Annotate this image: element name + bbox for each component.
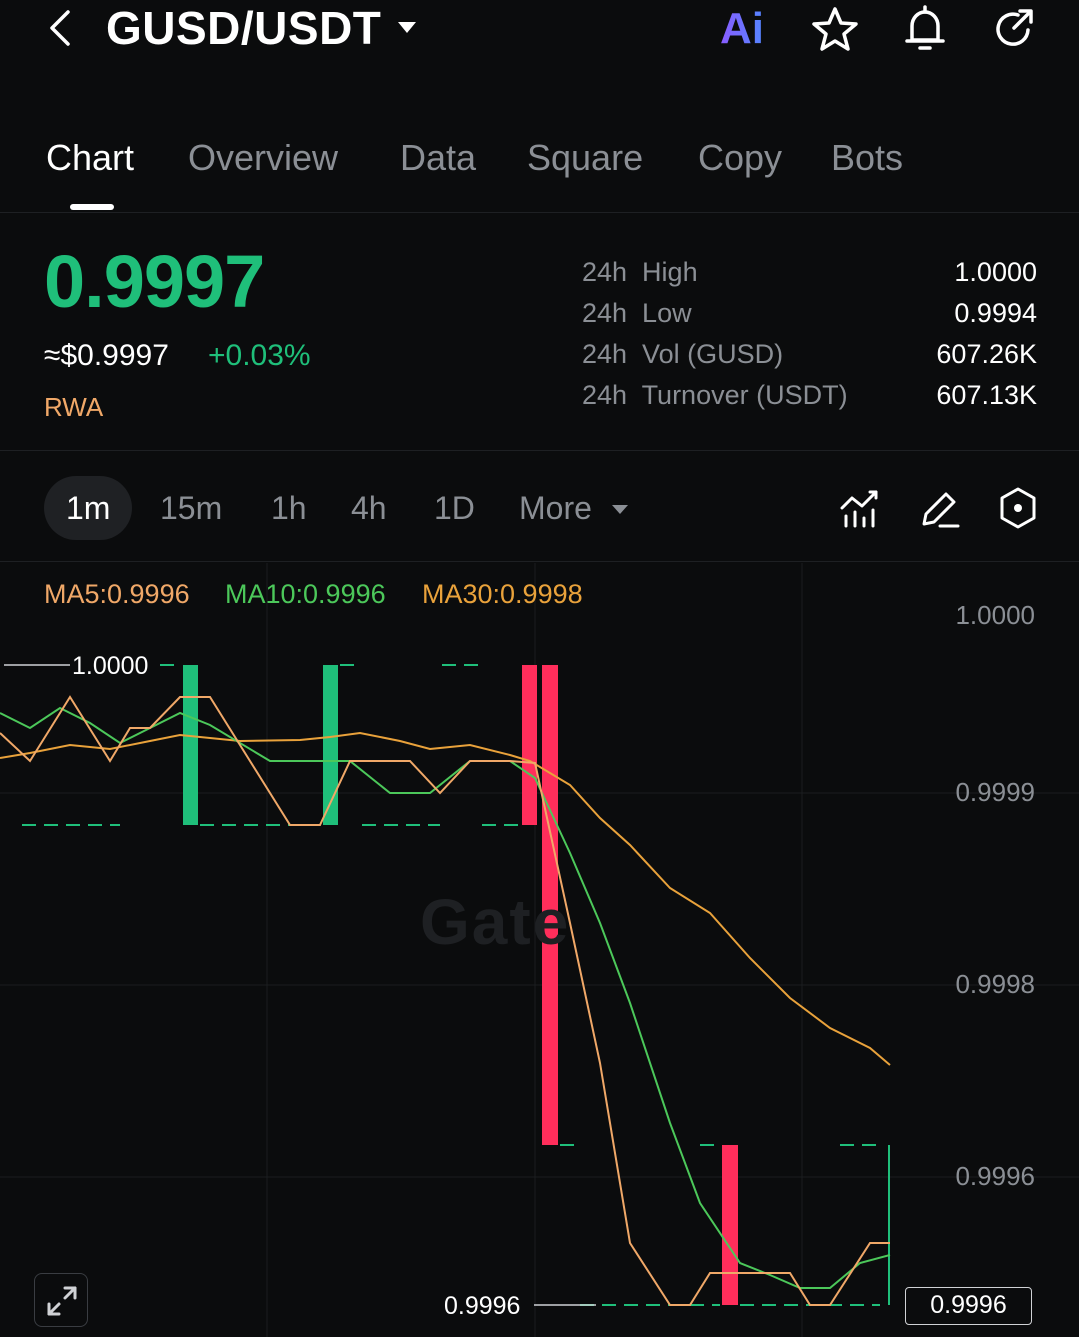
main-tabs: Chart Overview Data Square Copy Bots: [0, 118, 1079, 213]
share-icon[interactable]: [988, 4, 1038, 54]
ai-icon[interactable]: Ai: [720, 4, 770, 54]
stat-24h-low: 24h Low 0.9994: [582, 295, 1037, 331]
stat-value: 1.0000: [954, 257, 1037, 287]
stat-label: 24h Low: [582, 298, 692, 328]
fiat-price: ≈$0.9997: [44, 339, 169, 372]
settings-hexagon-icon[interactable]: [996, 486, 1040, 530]
stat-label: 24h High: [582, 257, 698, 287]
stat-label: 24h Vol (GUSD): [582, 339, 784, 369]
high-price-marker: 1.0000: [72, 652, 149, 680]
stat-24h-turnover: 24h Turnover (USDT) 607.13K: [582, 377, 1037, 413]
expand-icon: [47, 1286, 77, 1316]
price-summary: 0.9997 ≈$0.9997 +0.03% RWA 24h High 1.00…: [0, 214, 1079, 451]
star-icon[interactable]: [810, 4, 860, 54]
low-price-marker: 0.9996: [444, 1292, 521, 1320]
interval-4h[interactable]: 4h: [351, 476, 387, 540]
tab-bots[interactable]: Bots: [831, 136, 903, 180]
last-price: 0.9997: [44, 240, 265, 323]
candle-down: [522, 665, 537, 825]
stat-24h-high: 24h High 1.0000: [582, 254, 1037, 290]
interval-1h[interactable]: 1h: [271, 476, 307, 540]
ma10-legend[interactable]: MA10:0.9996: [225, 577, 386, 611]
chevron-down-icon[interactable]: [612, 505, 628, 514]
ma30-legend[interactable]: MA30:0.9998: [422, 577, 583, 611]
stat-value: 0.9994: [954, 298, 1037, 328]
ma10-line: [0, 706, 891, 1289]
top-header: GUSD/USDT Ai: [0, 0, 1079, 70]
active-tab-indicator: [70, 204, 114, 210]
tab-square[interactable]: Square: [527, 136, 643, 180]
ma5-line: [0, 695, 890, 1306]
change-percent: +0.03%: [208, 339, 311, 372]
stat-label: 24h Turnover (USDT): [582, 380, 848, 410]
bell-icon[interactable]: [900, 4, 950, 54]
y-tick: 1.0000: [955, 600, 1035, 630]
category-tag[interactable]: RWA: [44, 391, 103, 423]
interval-toolbar: 1m 15m 1h 4h 1D More: [0, 452, 1079, 562]
y-tick: 0.9998: [955, 969, 1035, 999]
last-price-label: 0.9996: [905, 1287, 1032, 1325]
indicators-icon[interactable]: [838, 486, 882, 530]
tab-data[interactable]: Data: [400, 136, 476, 180]
ma5-legend[interactable]: MA5:0.9996: [44, 577, 190, 611]
stat-24h-volume: 24h Vol (GUSD) 607.26K: [582, 336, 1037, 372]
gate-watermark: Gate: [420, 886, 571, 958]
tab-overview[interactable]: Overview: [188, 136, 338, 180]
expand-chart-button[interactable]: [34, 1273, 88, 1327]
draw-pencil-icon[interactable]: [918, 486, 962, 530]
kline-chart[interactable]: Gate MA5:0.9996 MA10:0.9996 MA30:0.9998 …: [0, 563, 1079, 1337]
y-tick: 0.9996: [955, 1161, 1035, 1191]
stat-value: 607.13K: [936, 380, 1037, 410]
candle-down: [722, 1145, 738, 1305]
y-tick: 0.9999: [955, 777, 1035, 807]
tab-copy[interactable]: Copy: [698, 136, 782, 180]
pair-dropdown-caret-icon[interactable]: [398, 22, 416, 33]
interval-1m[interactable]: 1m: [44, 476, 133, 540]
back-icon[interactable]: [40, 6, 80, 50]
candle-up: [183, 665, 198, 825]
interval-15m[interactable]: 15m: [160, 476, 222, 540]
stat-value: 607.26K: [936, 339, 1037, 369]
tab-chart[interactable]: Chart: [46, 136, 134, 180]
interval-1d[interactable]: 1D: [434, 476, 475, 540]
interval-more[interactable]: More: [519, 476, 592, 540]
pair-title[interactable]: GUSD/USDT: [106, 0, 381, 56]
